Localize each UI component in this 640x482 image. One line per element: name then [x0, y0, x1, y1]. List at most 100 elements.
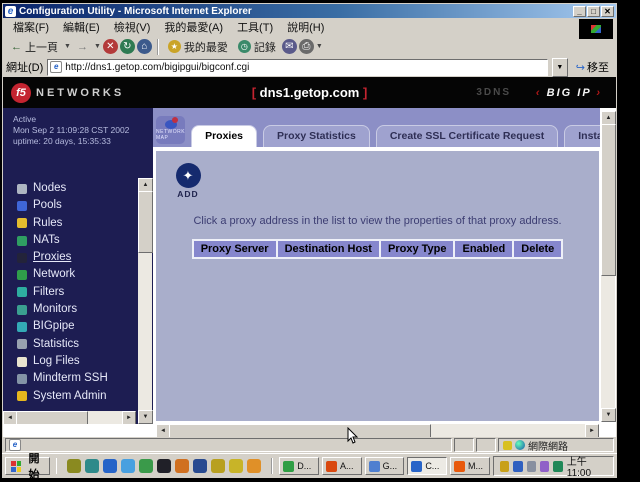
sidebar-item-proxies[interactable]: Proxies — [17, 249, 108, 266]
menu-favorites[interactable]: 我的最愛(A) — [157, 18, 230, 36]
close-button[interactable]: ✕ — [601, 6, 614, 17]
product-bigip-label: ‹ BIG IP › — [536, 87, 602, 99]
quicklaunch-icon-5[interactable] — [139, 459, 153, 473]
quicklaunch-icon-2[interactable] — [85, 459, 99, 473]
go-button[interactable]: ↪ 移至 — [572, 59, 613, 75]
sidebar-horizontal-scrollbar[interactable]: ◄ ► — [3, 411, 136, 424]
page-icon: e — [50, 61, 62, 73]
sidebar-item-network[interactable]: Network — [17, 266, 108, 283]
home-icon[interactable]: ⌂ — [137, 39, 152, 54]
favorites-button[interactable]: ★ 我的最愛 — [164, 38, 232, 56]
sidebar-item-nats[interactable]: NATs — [17, 232, 108, 249]
col-proxy-server[interactable]: Proxy Server — [194, 241, 276, 257]
quicklaunch-icon-4[interactable] — [121, 459, 135, 473]
sidebar-item-statistics[interactable]: Statistics — [17, 336, 108, 353]
forward-button[interactable]: → — [73, 40, 92, 54]
quicklaunch-icon-11[interactable] — [247, 459, 261, 473]
task-window-button-4-active[interactable]: C... — [407, 457, 447, 475]
task-window-button-5[interactable]: M... — [450, 457, 490, 475]
sidebar-hscroll-thumb[interactable] — [16, 411, 88, 424]
forward-icon: → — [77, 41, 88, 53]
task-window-button-1[interactable]: D... — [279, 457, 319, 475]
tab-proxy-statistics[interactable]: Proxy Statistics — [263, 125, 370, 147]
scroll-right-icon[interactable]: ► — [122, 411, 136, 424]
monitors-icon — [17, 305, 27, 315]
sidebar-item-mindterm-ssh[interactable]: Mindterm SSH — [17, 370, 108, 387]
stop-icon[interactable]: ✕ — [103, 39, 118, 54]
main-vertical-scrollbar[interactable]: ▲ ▼ — [601, 111, 615, 422]
main-hscroll-thumb[interactable] — [169, 424, 431, 438]
scroll-down-icon[interactable]: ▼ — [601, 408, 616, 422]
status-uptime: uptime: 20 days, 15:35:33 — [13, 136, 153, 147]
menu-view[interactable]: 檢視(V) — [107, 18, 158, 36]
scroll-down-icon[interactable]: ▼ — [138, 410, 153, 424]
forward-dropdown[interactable]: ▼ — [94, 43, 101, 50]
tab-install-ssl-certificate[interactable]: Install SSL Certifi — [564, 125, 600, 147]
quicklaunch-icon-3[interactable] — [103, 459, 117, 473]
maximize-button[interactable]: □ — [587, 6, 600, 17]
print-icon[interactable]: ⎙ — [299, 39, 314, 54]
quicklaunch-icon-6[interactable] — [157, 459, 171, 473]
menu-help[interactable]: 說明(H) — [280, 18, 331, 36]
quicklaunch-icon-7[interactable] — [175, 459, 189, 473]
tray-icon-1[interactable] — [500, 461, 509, 472]
mail-icon[interactable]: ✉ — [282, 39, 297, 54]
product-3dns-label: 3DNS — [476, 87, 511, 98]
rules-icon — [17, 218, 27, 228]
task-icon — [283, 461, 294, 472]
tab-proxies[interactable]: Proxies — [191, 125, 257, 147]
minimize-button[interactable]: _ — [573, 6, 586, 17]
sidebar-item-monitors[interactable]: Monitors — [17, 301, 108, 318]
sidebar-item-rules[interactable]: Rules — [17, 215, 108, 232]
browser-viewport: Active Mon Sep 2 11:09:28 CST 2002 uptim… — [3, 108, 616, 437]
scroll-left-icon[interactable]: ◄ — [156, 424, 170, 438]
task-window-button-3[interactable]: G... — [365, 457, 405, 475]
tray-icon-5[interactable] — [553, 461, 562, 472]
tray-icon-2[interactable] — [513, 461, 522, 472]
task-icon — [369, 461, 380, 472]
refresh-icon[interactable]: ↻ — [120, 39, 135, 54]
scroll-up-icon[interactable]: ▲ — [601, 111, 616, 125]
col-destination-host[interactable]: Destination Host — [278, 241, 379, 257]
ie-throbber-logo — [579, 19, 613, 39]
sidebar-item-pools[interactable]: Pools — [17, 197, 108, 214]
sidebar-item-filters[interactable]: Filters — [17, 284, 108, 301]
menu-file[interactable]: 檔案(F) — [6, 18, 56, 36]
main-horizontal-scrollbar[interactable]: ◄ ► — [156, 424, 599, 437]
sidebar-item-system-admin[interactable]: System Admin — [17, 388, 108, 405]
col-delete[interactable]: Delete — [514, 241, 561, 257]
add-proxy-button[interactable]: ✦ — [176, 163, 201, 188]
quicklaunch-icon-9[interactable] — [211, 459, 225, 473]
sidebar-scroll-thumb[interactable] — [138, 191, 153, 253]
back-button[interactable]: ← 上一頁 — [7, 38, 62, 56]
tray-icon-4[interactable] — [540, 461, 549, 472]
sidebar-vertical-scrollbar[interactable]: ▲ ▼ — [138, 178, 152, 424]
menu-tools[interactable]: 工具(T) — [230, 18, 280, 36]
scroll-right-icon[interactable]: ► — [585, 424, 599, 438]
quicklaunch-icon-8[interactable] — [193, 459, 207, 473]
history-button[interactable]: ◷ 記錄 — [234, 38, 280, 56]
sidebar-item-log-files[interactable]: Log Files — [17, 353, 108, 370]
tray-icon-3[interactable] — [527, 461, 536, 472]
scroll-up-icon[interactable]: ▲ — [138, 178, 153, 192]
col-enabled[interactable]: Enabled — [455, 241, 512, 257]
quicklaunch-icon-10[interactable] — [229, 459, 243, 473]
quicklaunch-icon-1[interactable] — [67, 459, 81, 473]
task-window-button-2[interactable]: A... — [322, 457, 362, 475]
plus-icon: ✦ — [183, 168, 194, 183]
more-tools-dropdown[interactable]: ▼ — [316, 43, 323, 50]
window-title: Configuration Utility - Microsoft Intern… — [19, 6, 252, 17]
main-scroll-thumb[interactable] — [601, 124, 616, 276]
network-map-button[interactable]: NETWORK MAP — [156, 116, 185, 144]
scroll-left-icon[interactable]: ◄ — [3, 411, 17, 424]
address-input[interactable]: e http://dns1.getop.com/bigipgui/bigconf… — [47, 59, 548, 76]
proxy-table: Proxy Server Destination Host Proxy Type… — [192, 239, 564, 259]
start-button[interactable]: 開始 — [5, 457, 50, 475]
address-dropdown[interactable]: ▼ — [552, 58, 568, 77]
menu-edit[interactable]: 編輯(E) — [56, 18, 107, 36]
back-dropdown[interactable]: ▼ — [64, 43, 71, 50]
sidebar-item-nodes[interactable]: Nodes — [17, 180, 108, 197]
sidebar-item-bigpipe[interactable]: BIGpipe — [17, 318, 108, 335]
tab-create-ssl-certificate-request[interactable]: Create SSL Certificate Request — [376, 125, 558, 147]
col-proxy-type[interactable]: Proxy Type — [381, 241, 454, 257]
